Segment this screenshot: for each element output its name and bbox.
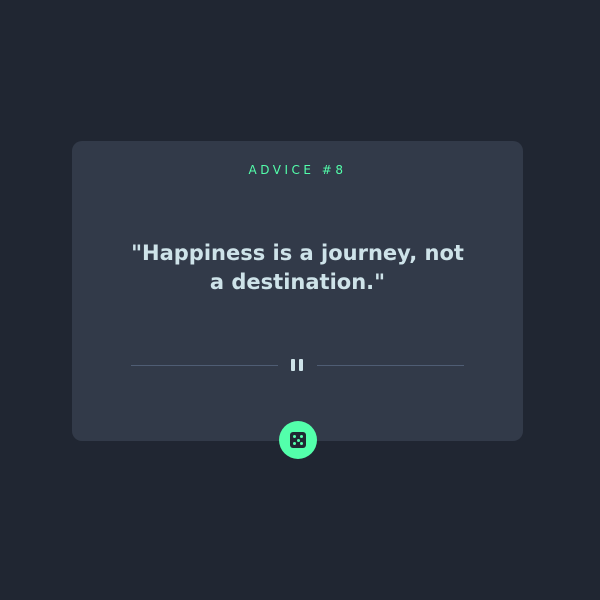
divider [131,357,464,373]
dice-pip [293,435,296,438]
advice-quote: "Happiness is a journey, not a destinati… [131,241,464,294]
generate-advice-button[interactable] [279,421,317,459]
dice-icon [290,432,306,448]
dice-pip [293,442,296,445]
advice-card: ADVICE #8 "Happiness is a journey, not a… [72,141,523,441]
pause-bar-left [291,359,295,371]
divider-line-right [317,365,464,366]
page: ADVICE #8 "Happiness is a journey, not a… [0,0,600,600]
advice-id-label: ADVICE #8 [248,163,347,177]
divider-line-left [131,365,278,366]
dice-pip [296,438,300,442]
pause-icon [290,359,306,371]
dice-pip [300,442,303,445]
dice-pip [300,435,303,438]
pause-bar-right [299,359,303,371]
